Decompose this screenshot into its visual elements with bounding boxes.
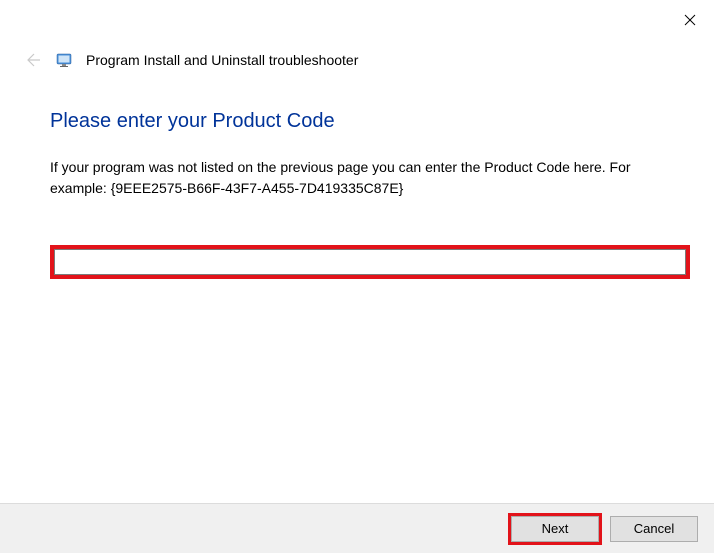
window-title: Program Install and Uninstall troublesho… — [86, 52, 358, 68]
next-button-highlight: Next — [508, 513, 602, 545]
app-icon — [56, 52, 72, 68]
close-icon — [684, 14, 696, 26]
header-row: Program Install and Uninstall troublesho… — [0, 36, 714, 70]
close-button[interactable] — [678, 8, 702, 32]
page-description: If your program was not listed on the pr… — [50, 157, 664, 199]
footer-bar: Next Cancel — [0, 503, 714, 553]
next-button[interactable]: Next — [511, 516, 599, 542]
troubleshooter-icon — [56, 52, 72, 68]
back-button[interactable] — [22, 50, 42, 70]
input-highlight — [50, 245, 690, 279]
titlebar — [0, 0, 714, 36]
page-heading: Please enter your Product Code — [50, 110, 664, 133]
back-arrow-icon — [24, 52, 40, 68]
product-code-input[interactable] — [54, 249, 686, 275]
content-area: Please enter your Product Code If your p… — [0, 70, 714, 279]
cancel-button[interactable]: Cancel — [610, 516, 698, 542]
